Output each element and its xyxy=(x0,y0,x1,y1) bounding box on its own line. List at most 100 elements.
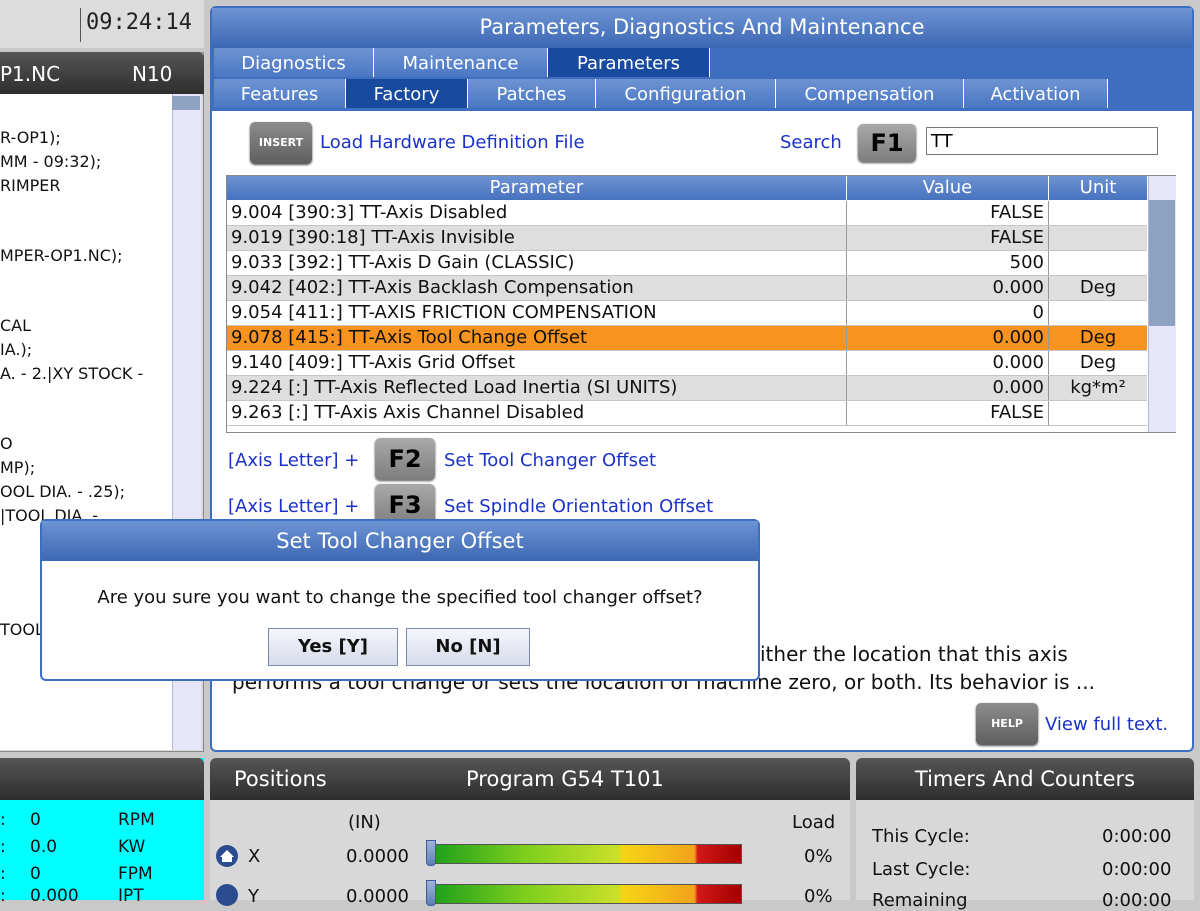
parameter-cell: 9.078 [415:] TT-Axis Tool Change Offset xyxy=(227,326,847,350)
last-cycle-value: 0:00:00 xyxy=(1102,859,1172,880)
positions-header: Positions Program G54 T101 xyxy=(210,758,850,800)
positions-units: (IN) xyxy=(348,812,381,833)
parameter-cell: 9.140 [409:] TT-Axis Grid Offset xyxy=(227,351,847,375)
parameter-cell: 9.263 [:] TT-Axis Axis Channel Disabled xyxy=(227,401,847,425)
table-row[interactable]: 9.140 [409:] TT-Axis Grid Offset 0.000 Deg xyxy=(227,351,1147,376)
code-line: MM - 09:32); xyxy=(0,152,102,171)
positions-title: Positions xyxy=(234,767,327,791)
value-cell: 0.000 xyxy=(847,326,1049,350)
positions-program-label: Program G54 T101 xyxy=(466,767,664,791)
table-row[interactable]: 9.078 [415:] TT-Axis Tool Change Offset 0… xyxy=(227,326,1147,351)
tab-parameters[interactable]: Parameters xyxy=(548,48,710,77)
code-line: MP); xyxy=(0,458,36,477)
value-cell: 500 xyxy=(847,251,1049,275)
no-button[interactable]: No [N] xyxy=(406,628,530,666)
column-header-value[interactable]: Value xyxy=(847,176,1049,200)
unit-cell: Deg xyxy=(1079,277,1117,298)
help-key-button[interactable]: HELP xyxy=(976,703,1038,745)
table-row[interactable]: 9.042 [402:] TT-Axis Backlash Compensati… xyxy=(227,276,1147,301)
confirm-dialog-message: Are you sure you want to change the spec… xyxy=(97,587,703,608)
program-name: P1.NC xyxy=(0,62,61,86)
spindle-speed-value: 0 xyxy=(30,810,41,830)
tab-factory[interactable]: Factory xyxy=(346,79,468,108)
spindle-label: : xyxy=(0,837,6,857)
this-cycle-label: This Cycle: xyxy=(872,826,970,847)
table-scrollbar-thumb[interactable] xyxy=(1149,200,1175,326)
set-tool-changer-offset-link[interactable]: Set Tool Changer Offset xyxy=(444,450,656,471)
spindle-label: : xyxy=(0,864,6,884)
value-cell: FALSE xyxy=(847,401,1049,425)
value-cell: 0 xyxy=(847,301,1049,325)
code-line: O xyxy=(0,434,13,453)
description-line-1: ither the location that this axis xyxy=(760,642,1068,666)
tab-diagnostics[interactable]: Diagnostics xyxy=(214,48,374,77)
spindle-header xyxy=(0,758,204,800)
table-row[interactable]: 9.224 [:] TT-Axis Reflected Load Inertia… xyxy=(227,376,1147,401)
code-line: A. - 2.|XY STOCK - xyxy=(0,364,144,383)
timers-title: Timers And Counters xyxy=(856,758,1194,800)
table-row[interactable]: 9.004 [390:3] TT-Axis Disabled FALSE xyxy=(227,201,1147,226)
value-cell: 0.000 xyxy=(847,276,1049,300)
tab-row-secondary: Features Factory Patches Configuration C… xyxy=(212,79,1192,111)
axis-y-label: Y xyxy=(248,886,259,907)
unit-cell xyxy=(1049,201,1147,225)
value-cell: FALSE xyxy=(847,226,1049,250)
unit-cell xyxy=(1049,226,1147,250)
unit-cell xyxy=(1049,401,1147,425)
unit-cell xyxy=(1049,301,1147,325)
tab-activation[interactable]: Activation xyxy=(964,79,1108,108)
parameter-cell: 9.019 [390:18] TT-Axis Invisible xyxy=(227,226,847,250)
view-full-text-link[interactable]: View full text. xyxy=(1045,714,1168,735)
unit-cell: Deg xyxy=(1079,352,1117,373)
yes-button[interactable]: Yes [Y] xyxy=(268,628,398,666)
axis-y-position: 0.0000 xyxy=(346,886,409,907)
code-line: TOOL xyxy=(0,620,44,639)
table-row[interactable]: 9.263 [:] TT-Axis Axis Channel Disabled F… xyxy=(227,401,1147,426)
insert-key-button[interactable]: INSERT xyxy=(250,122,312,164)
unit-cell: kg*m² xyxy=(1070,377,1126,398)
program-line-number: N10 xyxy=(132,62,173,86)
table-row[interactable]: 9.033 [392:] TT-Axis D Gain (CLASSIC) 500 xyxy=(227,251,1147,276)
table-row[interactable]: 9.054 [411:] TT-AXIS FRICTION COMPENSATI… xyxy=(227,301,1147,326)
code-line: RIMPER xyxy=(0,176,61,195)
column-header-unit[interactable]: Unit xyxy=(1049,176,1147,200)
table-row[interactable]: 9.019 [390:18] TT-Axis Invisible FALSE xyxy=(227,226,1147,251)
chip-load-value: 0.000 xyxy=(30,886,79,906)
code-line: OOL DIA. - .25); xyxy=(0,482,125,501)
value-cell: FALSE xyxy=(847,201,1049,225)
set-spindle-orientation-offset-link[interactable]: Set Spindle Orientation Offset xyxy=(444,496,713,517)
parameter-cell: 9.054 [411:] TT-AXIS FRICTION COMPENSATI… xyxy=(227,301,847,325)
this-cycle-value: 0:00:00 xyxy=(1102,826,1172,847)
code-line: MPER-OP1.NC); xyxy=(0,246,123,265)
load-hardware-link[interactable]: Load Hardware Definition File xyxy=(320,132,585,153)
search-input[interactable] xyxy=(926,127,1158,155)
main-title: Parameters, Diagnostics And Maintenance xyxy=(212,8,1192,48)
tab-compensation[interactable]: Compensation xyxy=(776,79,964,108)
last-cycle-label: Last Cycle: xyxy=(872,859,971,880)
tab-patches[interactable]: Patches xyxy=(468,79,596,108)
program-scrollbar-thumb[interactable] xyxy=(172,96,200,110)
remaining-value: 0:00:00 xyxy=(1102,890,1172,911)
axis-x-load-bar xyxy=(430,844,742,864)
f2-key-button[interactable]: F2 xyxy=(375,438,435,480)
parameter-table-header: Parameter Value Unit xyxy=(227,176,1147,200)
spindle-label: : xyxy=(0,886,6,906)
parameter-cell: 9.042 [402:] TT-Axis Backlash Compensati… xyxy=(227,276,847,300)
home-icon xyxy=(216,845,238,867)
value-cell: 0.000 xyxy=(847,351,1049,375)
code-line: CAL xyxy=(0,316,32,335)
tab-maintenance[interactable]: Maintenance xyxy=(374,48,548,77)
tab-row-primary: Diagnostics Maintenance Parameters xyxy=(212,48,1192,79)
axis-x-load: 0% xyxy=(804,846,833,867)
load-label: Load xyxy=(792,812,836,833)
table-row-partial[interactable] xyxy=(227,426,1147,432)
axis-y-load-bar xyxy=(430,884,742,904)
tab-configuration[interactable]: Configuration xyxy=(596,79,776,108)
axis-x-load-marker xyxy=(426,840,436,866)
axis-y-load-marker xyxy=(426,880,436,906)
f1-key-button[interactable]: F1 xyxy=(858,124,916,162)
column-header-parameter[interactable]: Parameter xyxy=(227,176,847,200)
tab-features[interactable]: Features xyxy=(214,79,346,108)
parameter-cell: 9.033 [392:] TT-Axis D Gain (CLASSIC) xyxy=(227,251,847,275)
chip-load-unit: IPT xyxy=(118,886,144,906)
